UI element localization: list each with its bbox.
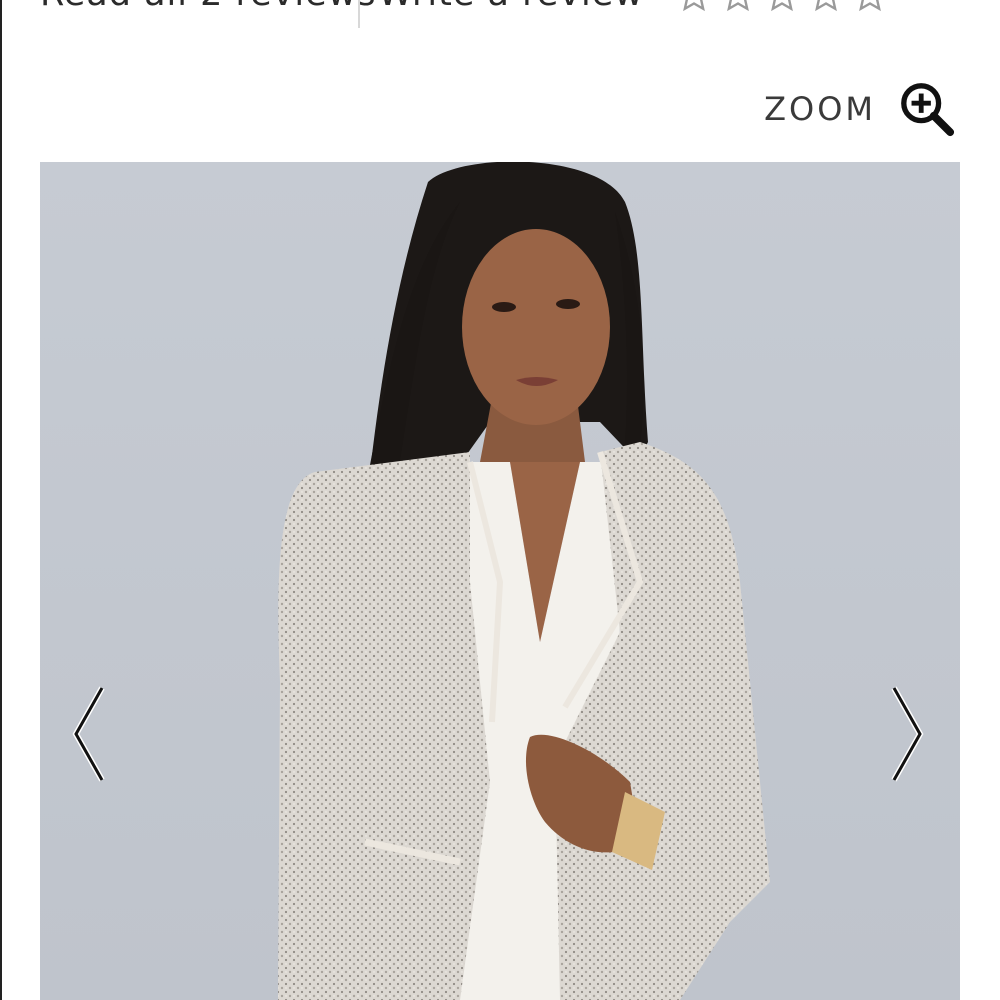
product-image[interactable] <box>40 162 960 1000</box>
chevron-left-icon <box>72 686 105 782</box>
star-icon <box>727 0 749 12</box>
previous-image-button[interactable] <box>68 684 108 784</box>
product-photo <box>278 162 770 1000</box>
rating-stars[interactable] <box>676 0 888 14</box>
write-review-link[interactable]: Write a review <box>378 0 644 14</box>
window-edge <box>0 0 2 1000</box>
product-page: Read all 2 reviews Write a review ZOOM <box>0 0 1000 1000</box>
review-bar: Read all 2 reviews Write a review <box>0 0 1000 30</box>
star-icon <box>815 0 837 12</box>
chevron-right-icon <box>891 686 924 782</box>
zoom-label: ZOOM <box>764 90 876 128</box>
read-reviews-link[interactable]: Read all 2 reviews <box>40 0 376 14</box>
star-icon <box>771 0 793 12</box>
zoom-in-icon <box>901 83 955 137</box>
next-image-button[interactable] <box>888 684 928 784</box>
zoom-button[interactable]: ZOOM <box>764 80 956 138</box>
star-icon <box>683 0 705 12</box>
review-divider <box>358 0 360 28</box>
star-icon <box>859 0 881 12</box>
